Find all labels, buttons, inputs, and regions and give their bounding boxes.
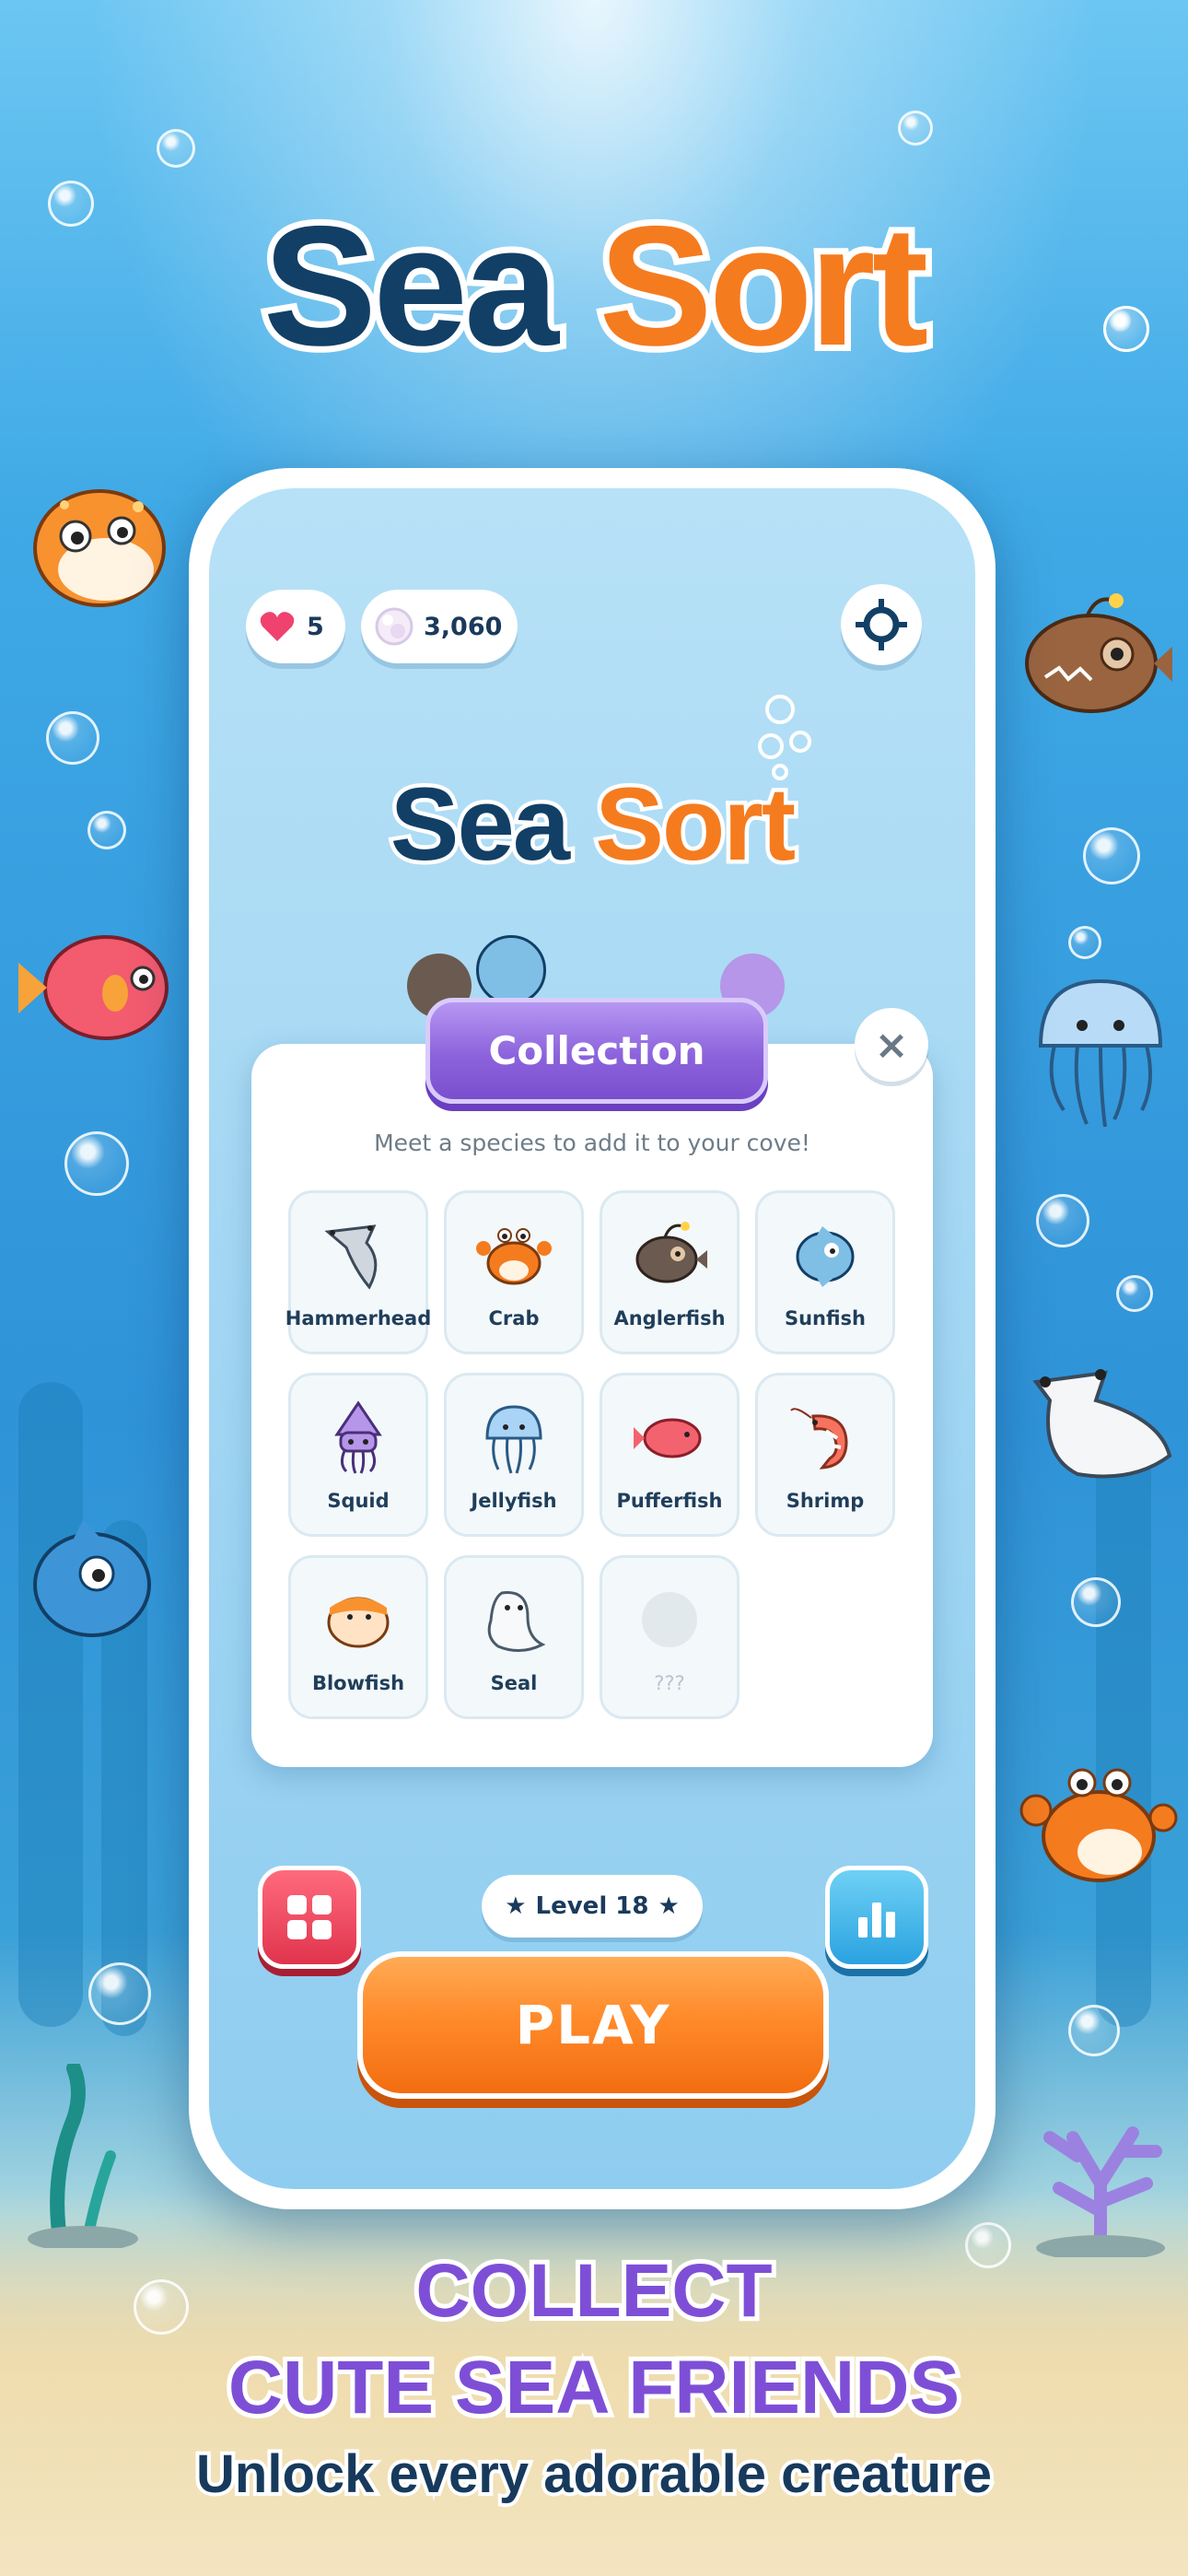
collection-subtitle: Meet a species to add it to your cove! (374, 1130, 810, 1156)
collection-card-anglerfish[interactable]: Anglerfish (600, 1190, 740, 1354)
collection-card-jellyfish[interactable]: Jellyfish (444, 1373, 584, 1537)
bubble (1071, 1577, 1121, 1627)
shrimp-icon (790, 1408, 848, 1469)
collection-grid: Hammerhead Crab Anglerfish Sunfish Squid… (285, 1190, 896, 1719)
bubble (1068, 2005, 1120, 2056)
anglerfish-icon (1025, 593, 1172, 713)
crab-icon (476, 1228, 552, 1285)
bubble (1036, 1194, 1089, 1247)
heart-icon (260, 612, 295, 641)
coral-icon (1036, 2126, 1165, 2257)
settings-button[interactable] (841, 584, 922, 665)
settings-icon (856, 599, 907, 650)
game-title-sort: Sort (591, 763, 800, 886)
card-label: Pufferfish (616, 1490, 723, 1512)
game-title: Sea Sort (209, 763, 975, 886)
sunfish-icon (33, 1520, 151, 1637)
promo-line-2: CUTE SEA FRIENDS (0, 2341, 1188, 2434)
bubble (1116, 1275, 1153, 1312)
play-label: PLAY (515, 1994, 671, 2056)
bubble (87, 811, 126, 849)
locked-slot-icon (642, 1592, 697, 1647)
bubble (46, 711, 99, 765)
close-icon: × (874, 1021, 909, 1069)
seal-icon (487, 1591, 546, 1652)
collection-card-pufferfish[interactable]: Pufferfish (600, 1373, 740, 1537)
bubble (1083, 827, 1140, 884)
card-label: Jellyfish (471, 1490, 557, 1512)
lives-counter[interactable]: 5 (246, 590, 345, 663)
card-label: Seal (490, 1672, 538, 1694)
jellyfish-icon (1038, 978, 1163, 1128)
card-label: Blowfish (311, 1672, 405, 1694)
card-label: Anglerfish (613, 1307, 726, 1329)
hammerhead-icon (324, 1224, 378, 1290)
hero-title-sort: Sort (592, 185, 935, 388)
bar-chart-icon (858, 1903, 895, 1938)
lives-count: 5 (307, 612, 324, 641)
bubble (64, 1131, 129, 1196)
hammerhead-icon (1032, 1369, 1172, 1479)
collection-card-crab[interactable]: Crab (444, 1190, 584, 1354)
seaweed-icon (28, 2064, 138, 2248)
pearl-icon (375, 607, 413, 646)
collection-card-locked[interactable]: ??? (600, 1555, 740, 1719)
jellyfish-icon (485, 1405, 542, 1474)
bubble (88, 1962, 151, 2025)
anglerfish-icon (635, 1222, 707, 1283)
blowfish-icon (327, 1597, 390, 1648)
close-button[interactable]: × (855, 1008, 928, 1082)
card-label: Squid (327, 1490, 390, 1512)
collection-card-blowfish[interactable]: Blowfish (288, 1555, 428, 1719)
level-badge: ★ Level 18 ★ (482, 1875, 703, 1938)
game-title-sea: Sea (386, 763, 574, 886)
pearl-counter[interactable]: 3,060 (361, 590, 518, 663)
card-label: ??? (654, 1672, 685, 1694)
card-label: Crab (488, 1307, 540, 1329)
squid-icon (334, 1400, 382, 1474)
seaweed-left (18, 1382, 83, 2027)
bubble (898, 111, 933, 146)
promo-text-1: COLLECT (411, 2244, 776, 2337)
level-label: Level 18 (535, 1892, 649, 1920)
star-icon: ★ (658, 1892, 680, 1920)
sunfish-icon (796, 1226, 855, 1287)
pufferfish-icon (634, 1418, 702, 1458)
collection-card-hammerhead[interactable]: Hammerhead (285, 1190, 431, 1354)
sunfish-peek (476, 935, 546, 1005)
hero-title-sea: Sea (257, 185, 565, 388)
promo-text-3: Unlock every adorable creature (192, 2441, 996, 2508)
seaweed-right (1096, 1437, 1151, 2027)
bubble (157, 129, 195, 168)
grid-icon (287, 1895, 332, 1939)
collection-card-shrimp[interactable]: Shrimp (755, 1373, 895, 1537)
crab-icon (1019, 1768, 1178, 1882)
collection-card-sunfish[interactable]: Sunfish (755, 1190, 895, 1354)
pearl-count: 3,060 (424, 612, 503, 641)
hero-title: Sea Sort (0, 185, 1188, 388)
collection-card-squid[interactable]: Squid (288, 1373, 428, 1537)
bubble (1068, 926, 1101, 959)
star-icon: ★ (505, 1892, 527, 1920)
pufferfish-icon (33, 489, 166, 607)
promo-line-3: Unlock every adorable creature (0, 2441, 1188, 2508)
pufferfish-icon (18, 935, 169, 1040)
promo-line-1: COLLECT (0, 2244, 1188, 2337)
collection-card-seal[interactable]: Seal (444, 1555, 584, 1719)
promo-text-2: CUTE SEA FRIENDS (224, 2341, 964, 2434)
card-label: Hammerhead (285, 1307, 432, 1329)
collection-title: Collection (425, 998, 768, 1104)
card-label: Shrimp (786, 1490, 865, 1512)
stats-button[interactable] (825, 1866, 928, 1969)
card-label: Sunfish (784, 1307, 867, 1329)
grid-menu-button[interactable] (258, 1866, 361, 1969)
play-button[interactable]: PLAY (357, 1951, 829, 2099)
